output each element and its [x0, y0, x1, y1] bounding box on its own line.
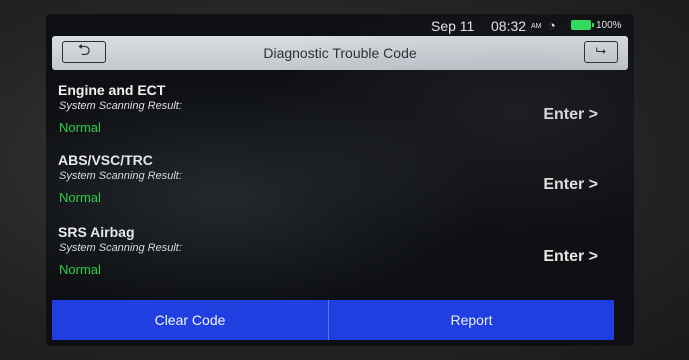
system-item[interactable]: ABS/VSC/TRC System Scanning Result: Norm…	[58, 152, 598, 216]
battery-icon	[571, 20, 594, 30]
system-scan-result: Normal	[59, 120, 101, 135]
status-time: 08:32	[491, 18, 527, 34]
page-title: Diagnostic Trouble Code	[263, 45, 417, 61]
system-scan-result: Normal	[59, 190, 101, 205]
status-bar: Sep 11 08:32 AM ◔ 100%	[46, 14, 634, 36]
status-date: Sep 11	[431, 18, 475, 34]
exit-button[interactable]: ⮡	[584, 41, 618, 63]
system-name: ABS/VSC/TRC	[58, 152, 153, 168]
title-bar: ⮌ Diagnostic Trouble Code ⮡	[52, 36, 628, 70]
system-scan-result: Normal	[59, 262, 101, 277]
system-item[interactable]: SRS Airbag System Scanning Result: Norma…	[58, 224, 598, 288]
exit-icon: ⮡	[595, 43, 607, 58]
system-scan-label: System Scanning Result:	[59, 170, 182, 182]
enter-button[interactable]: Enter >	[543, 176, 598, 194]
system-name: Engine and ECT	[58, 82, 166, 98]
device-screen: Sep 11 08:32 AM ◔ 100% ⮌ Diagnostic Trou…	[46, 14, 634, 346]
system-scan-label: System Scanning Result:	[59, 100, 182, 112]
clear-code-button[interactable]: Clear Code	[52, 300, 328, 340]
status-ampm: AM	[531, 23, 542, 30]
wifi-icon: ◔	[548, 18, 556, 33]
system-name: SRS Airbag	[58, 224, 135, 240]
system-scan-label: System Scanning Result:	[59, 242, 182, 254]
battery-percent: 100%	[596, 20, 622, 31]
enter-button[interactable]: Enter >	[543, 106, 598, 124]
action-bar: Clear Code Report	[52, 300, 614, 340]
system-item[interactable]: Engine and ECT System Scanning Result: N…	[58, 82, 598, 146]
report-button[interactable]: Report	[329, 300, 614, 340]
enter-button[interactable]: Enter >	[543, 248, 598, 266]
